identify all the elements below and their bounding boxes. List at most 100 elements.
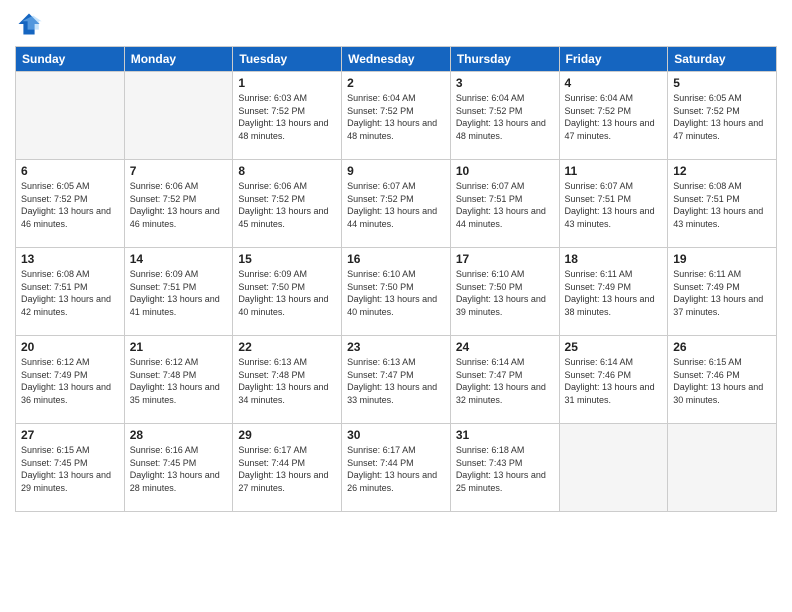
day-info: Sunrise: 6:12 AMSunset: 7:48 PMDaylight:… <box>130 356 228 406</box>
day-number: 2 <box>347 76 445 90</box>
day-number: 28 <box>130 428 228 442</box>
day-number: 9 <box>347 164 445 178</box>
day-number: 7 <box>130 164 228 178</box>
day-number: 14 <box>130 252 228 266</box>
weekday-header-row: SundayMondayTuesdayWednesdayThursdayFrid… <box>16 47 777 72</box>
calendar-week-3: 13 Sunrise: 6:08 AMSunset: 7:51 PMDayligh… <box>16 248 777 336</box>
day-info: Sunrise: 6:15 AMSunset: 7:45 PMDaylight:… <box>21 444 119 494</box>
day-info: Sunrise: 6:08 AMSunset: 7:51 PMDaylight:… <box>21 268 119 318</box>
calendar-cell: 22 Sunrise: 6:13 AMSunset: 7:48 PMDayligh… <box>233 336 342 424</box>
calendar-cell: 20 Sunrise: 6:12 AMSunset: 7:49 PMDayligh… <box>16 336 125 424</box>
day-info: Sunrise: 6:05 AMSunset: 7:52 PMDaylight:… <box>673 92 771 142</box>
day-number: 6 <box>21 164 119 178</box>
calendar-cell: 3 Sunrise: 6:04 AMSunset: 7:52 PMDaylight… <box>450 72 559 160</box>
day-number: 17 <box>456 252 554 266</box>
calendar-cell: 6 Sunrise: 6:05 AMSunset: 7:52 PMDaylight… <box>16 160 125 248</box>
calendar-cell: 30 Sunrise: 6:17 AMSunset: 7:44 PMDayligh… <box>342 424 451 512</box>
page-header <box>15 10 777 38</box>
weekday-header-thursday: Thursday <box>450 47 559 72</box>
day-info: Sunrise: 6:18 AMSunset: 7:43 PMDaylight:… <box>456 444 554 494</box>
weekday-header-monday: Monday <box>124 47 233 72</box>
calendar-cell: 1 Sunrise: 6:03 AMSunset: 7:52 PMDaylight… <box>233 72 342 160</box>
day-number: 23 <box>347 340 445 354</box>
calendar-week-5: 27 Sunrise: 6:15 AMSunset: 7:45 PMDayligh… <box>16 424 777 512</box>
day-number: 26 <box>673 340 771 354</box>
day-info: Sunrise: 6:13 AMSunset: 7:47 PMDaylight:… <box>347 356 445 406</box>
day-info: Sunrise: 6:12 AMSunset: 7:49 PMDaylight:… <box>21 356 119 406</box>
calendar-cell: 11Sunrise: 6:07 AMSunset: 7:51 PMDayligh… <box>559 160 668 248</box>
day-number: 11 <box>565 164 663 178</box>
day-info: Sunrise: 6:11 AMSunset: 7:49 PMDaylight:… <box>565 268 663 318</box>
calendar-cell: 19 Sunrise: 6:11 AMSunset: 7:49 PMDayligh… <box>668 248 777 336</box>
day-info: Sunrise: 6:10 AMSunset: 7:50 PMDaylight:… <box>456 268 554 318</box>
weekday-header-saturday: Saturday <box>668 47 777 72</box>
day-info: Sunrise: 6:17 AMSunset: 7:44 PMDaylight:… <box>347 444 445 494</box>
day-info: Sunrise: 6:14 AMSunset: 7:47 PMDaylight:… <box>456 356 554 406</box>
calendar-table: SundayMondayTuesdayWednesdayThursdayFrid… <box>15 46 777 512</box>
logo-icon <box>15 10 43 38</box>
day-info: Sunrise: 6:09 AMSunset: 7:50 PMDaylight:… <box>238 268 336 318</box>
calendar-cell: 5Sunrise: 6:05 AMSunset: 7:52 PMDaylight… <box>668 72 777 160</box>
day-number: 4 <box>565 76 663 90</box>
day-info: Sunrise: 6:03 AMSunset: 7:52 PMDaylight:… <box>238 92 336 142</box>
day-number: 20 <box>21 340 119 354</box>
day-info: Sunrise: 6:09 AMSunset: 7:51 PMDaylight:… <box>130 268 228 318</box>
day-number: 1 <box>238 76 336 90</box>
day-info: Sunrise: 6:04 AMSunset: 7:52 PMDaylight:… <box>347 92 445 142</box>
calendar-week-4: 20 Sunrise: 6:12 AMSunset: 7:49 PMDayligh… <box>16 336 777 424</box>
calendar-cell: 16 Sunrise: 6:10 AMSunset: 7:50 PMDayligh… <box>342 248 451 336</box>
calendar-cell: 29 Sunrise: 6:17 AMSunset: 7:44 PMDayligh… <box>233 424 342 512</box>
calendar-week-1: 1 Sunrise: 6:03 AMSunset: 7:52 PMDaylight… <box>16 72 777 160</box>
calendar-cell <box>668 424 777 512</box>
day-number: 30 <box>347 428 445 442</box>
day-info: Sunrise: 6:07 AMSunset: 7:51 PMDaylight:… <box>456 180 554 230</box>
day-info: Sunrise: 6:05 AMSunset: 7:52 PMDaylight:… <box>21 180 119 230</box>
day-number: 22 <box>238 340 336 354</box>
calendar-cell: 13 Sunrise: 6:08 AMSunset: 7:51 PMDayligh… <box>16 248 125 336</box>
calendar-cell: 12 Sunrise: 6:08 AMSunset: 7:51 PMDayligh… <box>668 160 777 248</box>
day-number: 27 <box>21 428 119 442</box>
calendar-cell <box>124 72 233 160</box>
day-info: Sunrise: 6:06 AMSunset: 7:52 PMDaylight:… <box>130 180 228 230</box>
logo <box>15 10 47 38</box>
day-number: 24 <box>456 340 554 354</box>
day-info: Sunrise: 6:07 AMSunset: 7:52 PMDaylight:… <box>347 180 445 230</box>
calendar-cell: 25Sunrise: 6:14 AMSunset: 7:46 PMDayligh… <box>559 336 668 424</box>
weekday-header-wednesday: Wednesday <box>342 47 451 72</box>
day-info: Sunrise: 6:16 AMSunset: 7:45 PMDaylight:… <box>130 444 228 494</box>
day-number: 12 <box>673 164 771 178</box>
day-number: 19 <box>673 252 771 266</box>
calendar-cell: 24 Sunrise: 6:14 AMSunset: 7:47 PMDayligh… <box>450 336 559 424</box>
weekday-header-tuesday: Tuesday <box>233 47 342 72</box>
calendar-cell <box>16 72 125 160</box>
day-info: Sunrise: 6:15 AMSunset: 7:46 PMDaylight:… <box>673 356 771 406</box>
calendar-cell: 7 Sunrise: 6:06 AMSunset: 7:52 PMDaylight… <box>124 160 233 248</box>
calendar-cell: 28 Sunrise: 6:16 AMSunset: 7:45 PMDayligh… <box>124 424 233 512</box>
day-number: 31 <box>456 428 554 442</box>
day-number: 13 <box>21 252 119 266</box>
weekday-header-friday: Friday <box>559 47 668 72</box>
day-number: 3 <box>456 76 554 90</box>
day-number: 15 <box>238 252 336 266</box>
calendar-cell: 26 Sunrise: 6:15 AMSunset: 7:46 PMDayligh… <box>668 336 777 424</box>
calendar-cell: 15 Sunrise: 6:09 AMSunset: 7:50 PMDayligh… <box>233 248 342 336</box>
calendar-cell: 8Sunrise: 6:06 AMSunset: 7:52 PMDaylight… <box>233 160 342 248</box>
day-info: Sunrise: 6:04 AMSunset: 7:52 PMDaylight:… <box>456 92 554 142</box>
calendar-cell: 21Sunrise: 6:12 AMSunset: 7:48 PMDayligh… <box>124 336 233 424</box>
calendar-week-2: 6 Sunrise: 6:05 AMSunset: 7:52 PMDaylight… <box>16 160 777 248</box>
day-number: 16 <box>347 252 445 266</box>
day-info: Sunrise: 6:14 AMSunset: 7:46 PMDaylight:… <box>565 356 663 406</box>
day-info: Sunrise: 6:11 AMSunset: 7:49 PMDaylight:… <box>673 268 771 318</box>
day-info: Sunrise: 6:04 AMSunset: 7:52 PMDaylight:… <box>565 92 663 142</box>
day-info: Sunrise: 6:10 AMSunset: 7:50 PMDaylight:… <box>347 268 445 318</box>
calendar-cell: 23 Sunrise: 6:13 AMSunset: 7:47 PMDayligh… <box>342 336 451 424</box>
weekday-header-sunday: Sunday <box>16 47 125 72</box>
calendar-cell: 2 Sunrise: 6:04 AMSunset: 7:52 PMDaylight… <box>342 72 451 160</box>
calendar-cell: 27 Sunrise: 6:15 AMSunset: 7:45 PMDayligh… <box>16 424 125 512</box>
calendar-cell: 14 Sunrise: 6:09 AMSunset: 7:51 PMDayligh… <box>124 248 233 336</box>
day-info: Sunrise: 6:17 AMSunset: 7:44 PMDaylight:… <box>238 444 336 494</box>
day-number: 29 <box>238 428 336 442</box>
day-info: Sunrise: 6:08 AMSunset: 7:51 PMDaylight:… <box>673 180 771 230</box>
day-number: 8 <box>238 164 336 178</box>
day-info: Sunrise: 6:13 AMSunset: 7:48 PMDaylight:… <box>238 356 336 406</box>
